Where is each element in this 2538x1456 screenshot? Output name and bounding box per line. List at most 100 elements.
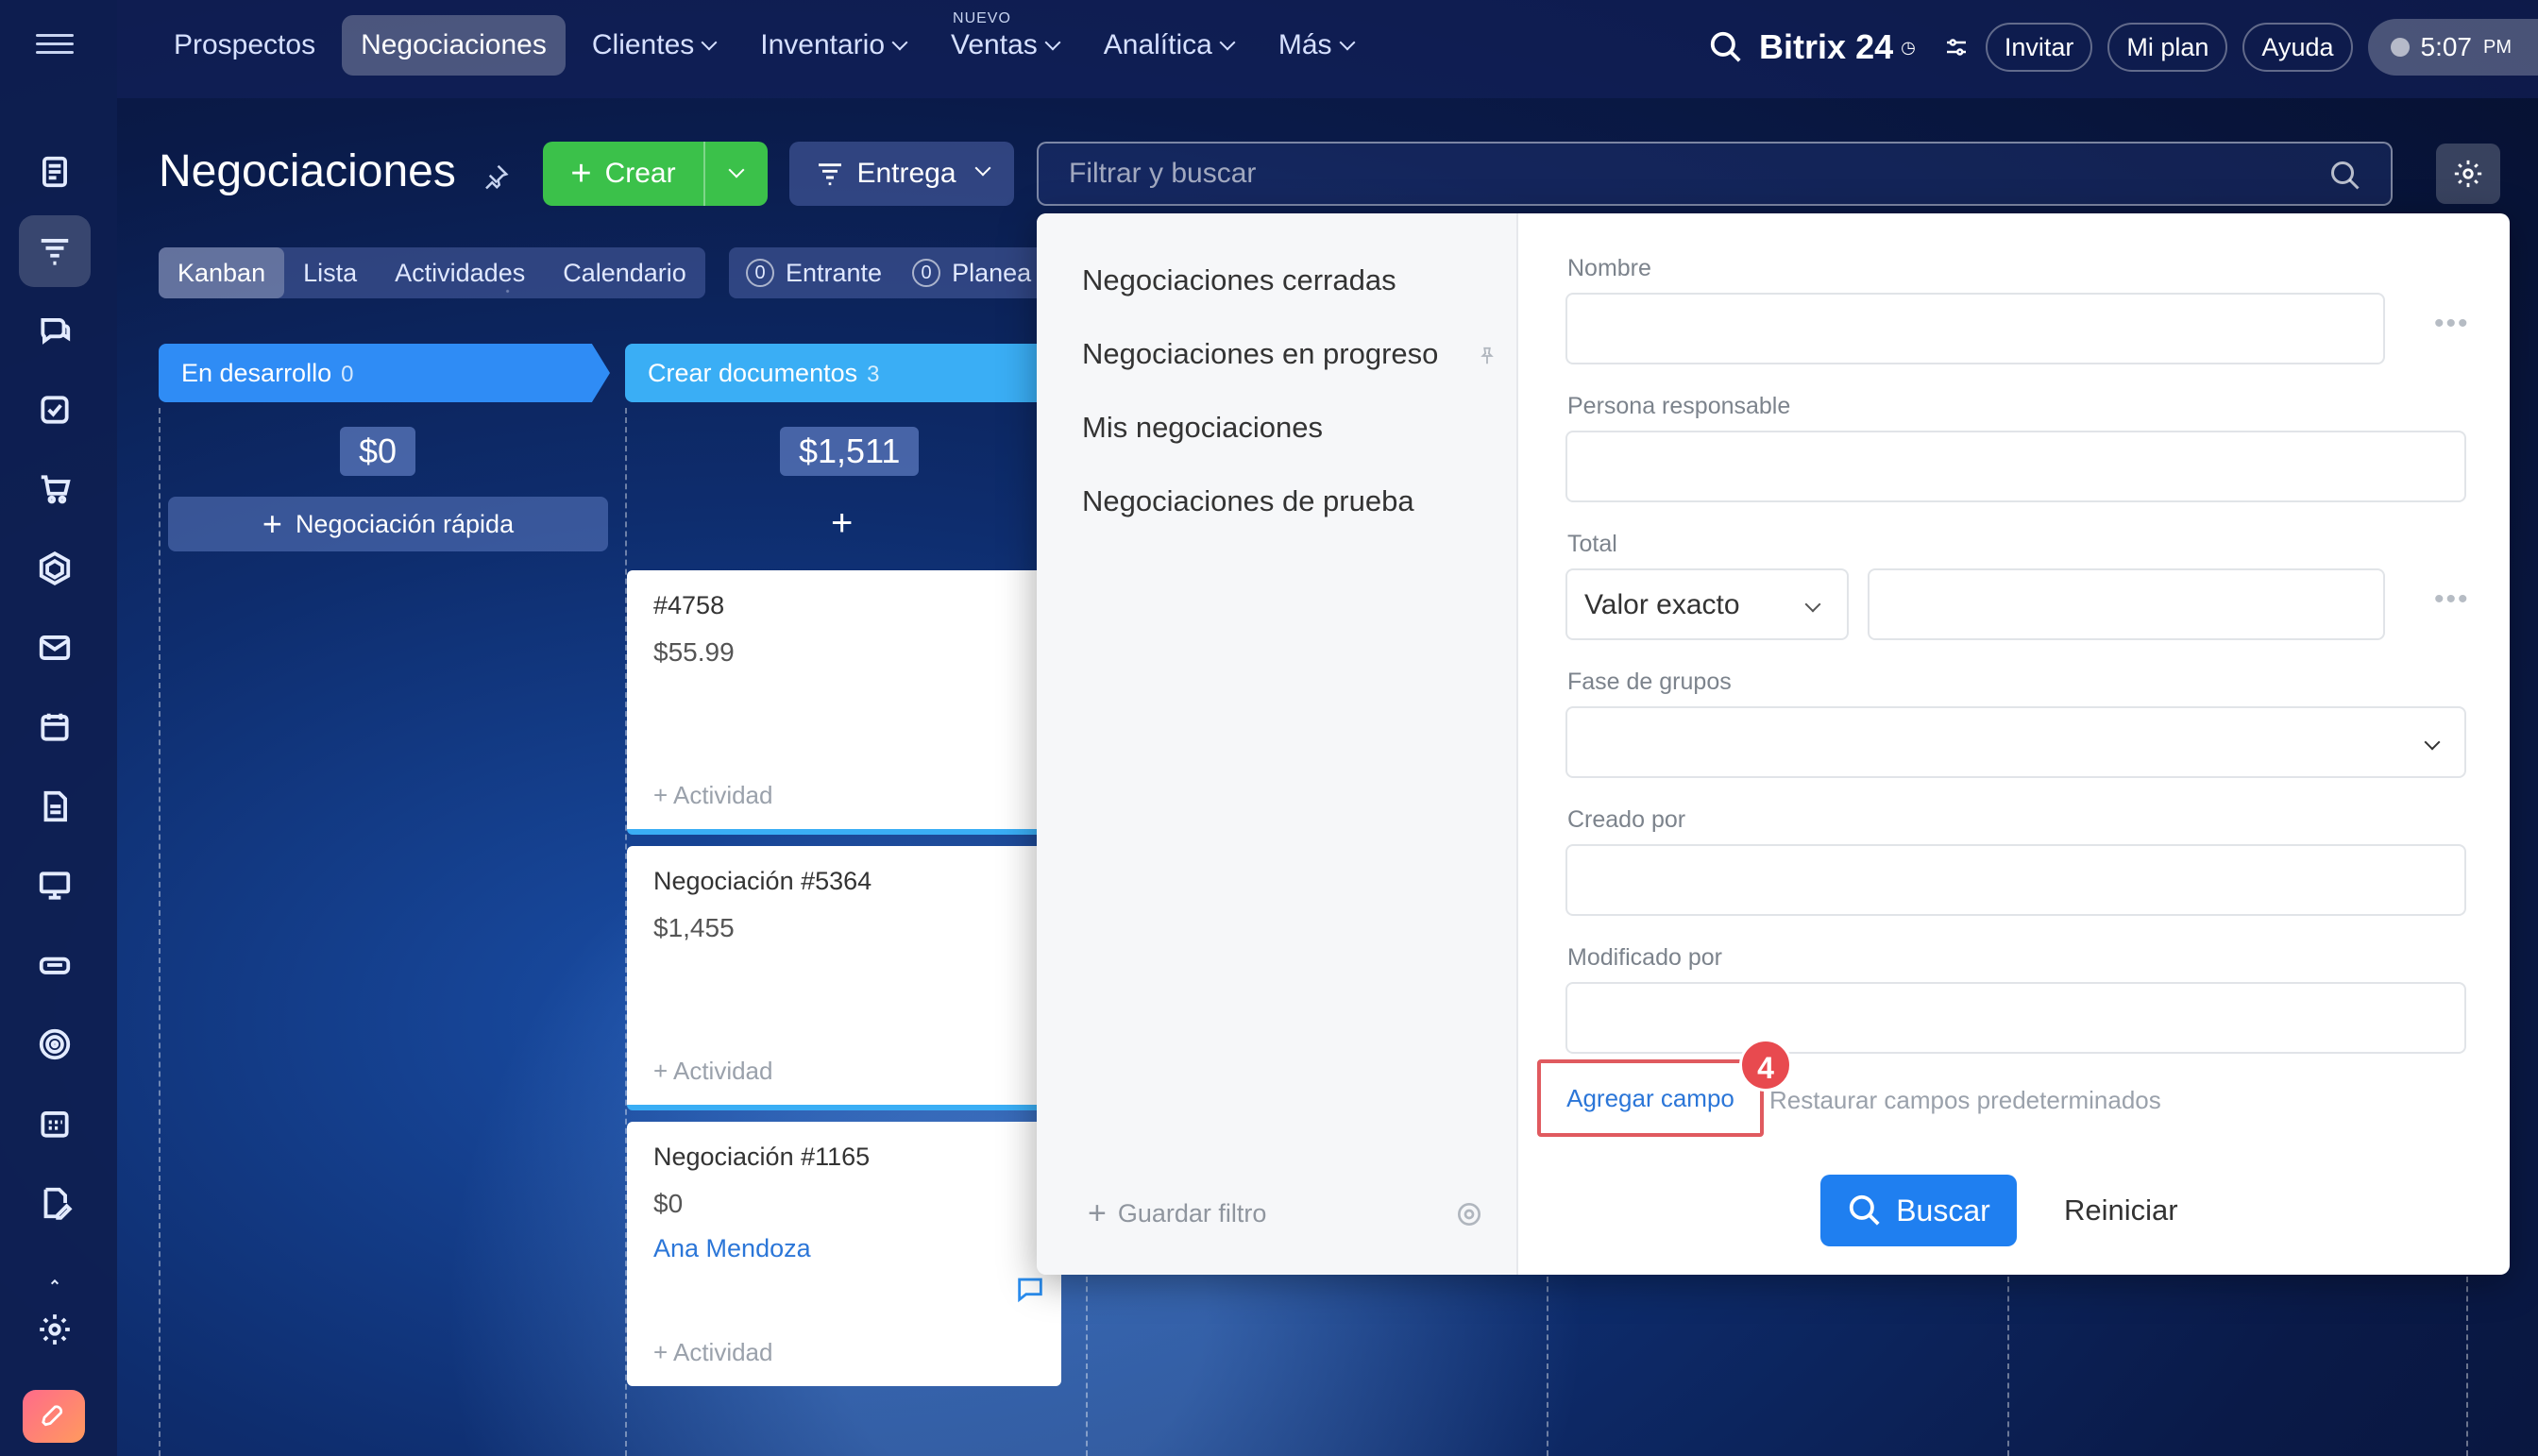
presentation-icon[interactable] [19, 850, 91, 922]
preset-my-deals[interactable]: Mis negociaciones [1037, 391, 1516, 465]
column-divider [1086, 1277, 1088, 1456]
card-title[interactable]: Negociación #1165 [653, 1143, 1035, 1172]
stage-group-select[interactable] [1565, 706, 2466, 778]
search-input[interactable] [1039, 144, 2391, 204]
clock-icon [2390, 38, 2410, 57]
quick-deal-label: Negociación rápida [295, 509, 515, 538]
deal-card[interactable]: Negociación #1165 $0 Ana Mendoza + Activ… [627, 1122, 1061, 1386]
save-filter-button[interactable]: + Guardar filtro [1088, 1197, 1266, 1229]
nav-prospects[interactable]: Prospectos [155, 15, 334, 76]
nav-analytics[interactable]: Analítica [1085, 15, 1252, 76]
document-icon[interactable] [19, 770, 91, 842]
chevron-down-icon [1339, 34, 1356, 51]
preset-deals-in-progress[interactable]: Negociaciones en progreso [1037, 317, 1516, 391]
create-button[interactable]: + Crear [543, 142, 768, 206]
quick-deal-button[interactable]: + Negociación rápida [168, 497, 608, 551]
gear-icon[interactable] [1454, 1199, 1484, 1229]
clock-widget[interactable]: 5:07 PM [2367, 19, 2538, 76]
total-value-input[interactable] [1870, 570, 2383, 638]
card-value: $1,455 [653, 913, 735, 942]
plus-icon: + [1088, 1195, 1107, 1231]
sliders-icon[interactable] [1942, 33, 1971, 61]
card-title[interactable]: #4758 [653, 591, 1035, 620]
top-navigation: Prospectos Negociaciones Clientes Invent… [155, 10, 1372, 76]
modified-by-field[interactable] [1565, 982, 2466, 1054]
column-header-create-documents[interactable]: Crear documentos 3 [625, 344, 1041, 402]
create-dropdown-button[interactable] [705, 161, 768, 179]
card-value: $0 [653, 1189, 684, 1218]
preset-closed-deals[interactable]: Negociaciones cerradas [1037, 244, 1516, 317]
filter-search-bar[interactable] [1037, 142, 2393, 206]
column-header-in-development[interactable]: En desarrollo 0 [159, 344, 610, 402]
restore-default-fields-link[interactable]: Restaurar campos predeterminados [1769, 1086, 2161, 1115]
reset-button[interactable]: Reiniciar [2064, 1175, 2178, 1246]
modified-by-input[interactable] [1567, 984, 2464, 1052]
feed-icon[interactable] [19, 136, 91, 208]
add-activity-link[interactable]: + Actividad [653, 1057, 772, 1086]
add-activity-link[interactable]: + Actividad [653, 781, 772, 810]
tab-calendar[interactable]: Calendario [544, 247, 705, 298]
pin-icon[interactable] [482, 162, 510, 191]
card-contact-link[interactable]: Ana Mendoza [653, 1234, 1035, 1263]
search-button[interactable]: Buscar [1820, 1175, 2017, 1246]
counter-incoming[interactable]: 0 Entrante [729, 247, 882, 298]
invite-button[interactable]: Invitar [1985, 23, 2093, 72]
cart-icon[interactable] [19, 453, 91, 525]
name-field[interactable] [1565, 293, 2385, 364]
settings-icon[interactable] [19, 1294, 91, 1365]
help-button[interactable]: Ayuda [2242, 23, 2353, 72]
nav-clients[interactable]: Clientes [573, 15, 734, 76]
created-by-field[interactable] [1565, 844, 2466, 916]
deal-card[interactable]: #4758 $55.99 + Actividad [627, 570, 1061, 835]
more-options-icon[interactable]: ••• [2434, 584, 2470, 616]
drive-icon[interactable] [19, 929, 91, 1001]
created-by-input[interactable] [1567, 846, 2464, 914]
total-value-field[interactable] [1868, 568, 2385, 640]
stage-group-label: Fase de grupos [1567, 669, 1732, 695]
nav-inventory[interactable]: Inventario [741, 15, 924, 76]
rocket-icon[interactable] [23, 1390, 85, 1443]
nav-sales[interactable]: NUEVO Ventas [932, 10, 1077, 76]
add-field-button[interactable]: Agregar campo [1537, 1059, 1764, 1137]
nav-deals[interactable]: Negociaciones [342, 15, 566, 76]
name-label: Nombre [1567, 255, 1651, 281]
counter-planned[interactable]: 0 Planea [882, 247, 1031, 298]
settings-button[interactable] [2436, 144, 2500, 204]
edit-document-icon[interactable] [19, 1167, 91, 1239]
tab-list[interactable]: Lista [284, 247, 376, 298]
more-options-icon[interactable]: ••• [2434, 308, 2470, 340]
tasks-icon[interactable] [19, 374, 91, 446]
pin-icon[interactable] [1477, 346, 1497, 366]
calendar-icon[interactable] [19, 691, 91, 763]
column-divider [159, 408, 161, 1456]
schedule-icon[interactable] [19, 1088, 91, 1160]
name-input[interactable] [1567, 295, 2383, 363]
save-filter-label: Guardar filtro [1117, 1198, 1267, 1227]
deal-card[interactable]: Negociación #5364 $1,455 + Actividad [627, 846, 1061, 1110]
column-sum: $0 [340, 427, 416, 476]
nav-more[interactable]: Más [1260, 15, 1372, 76]
brand-logo[interactable]: Bitrix 24 ◷ [1759, 27, 1916, 67]
card-title[interactable]: Negociación #5364 [653, 867, 1035, 896]
responsible-input[interactable] [1567, 432, 2464, 500]
search-icon[interactable] [1708, 29, 1744, 65]
chat-bubble-icon[interactable] [1014, 1273, 1046, 1305]
search-icon[interactable] [2328, 159, 2362, 193]
target-icon[interactable] [19, 1008, 91, 1080]
menu-icon[interactable] [36, 28, 74, 59]
crm-funnel-icon[interactable] [19, 215, 91, 287]
tab-kanban[interactable]: Kanban [159, 247, 285, 298]
responsible-field[interactable] [1565, 431, 2466, 502]
hexagon-icon[interactable] [19, 533, 91, 604]
preset-test-deals[interactable]: Negociaciones de prueba [1037, 465, 1516, 538]
total-mode-select[interactable]: Valor exacto [1565, 568, 1849, 640]
column-sum: $1,511 [780, 427, 920, 476]
chat-icon[interactable] [19, 295, 91, 366]
add-activity-link[interactable]: + Actividad [653, 1338, 772, 1367]
pipeline-selector[interactable]: Entrega [789, 142, 1014, 206]
tab-activities[interactable]: Actividades [376, 247, 544, 298]
clock-ampm: PM [2483, 37, 2512, 58]
add-card-button[interactable]: + [831, 502, 853, 545]
mail-icon[interactable] [19, 612, 91, 684]
my-plan-button[interactable]: Mi plan [2107, 23, 2228, 72]
